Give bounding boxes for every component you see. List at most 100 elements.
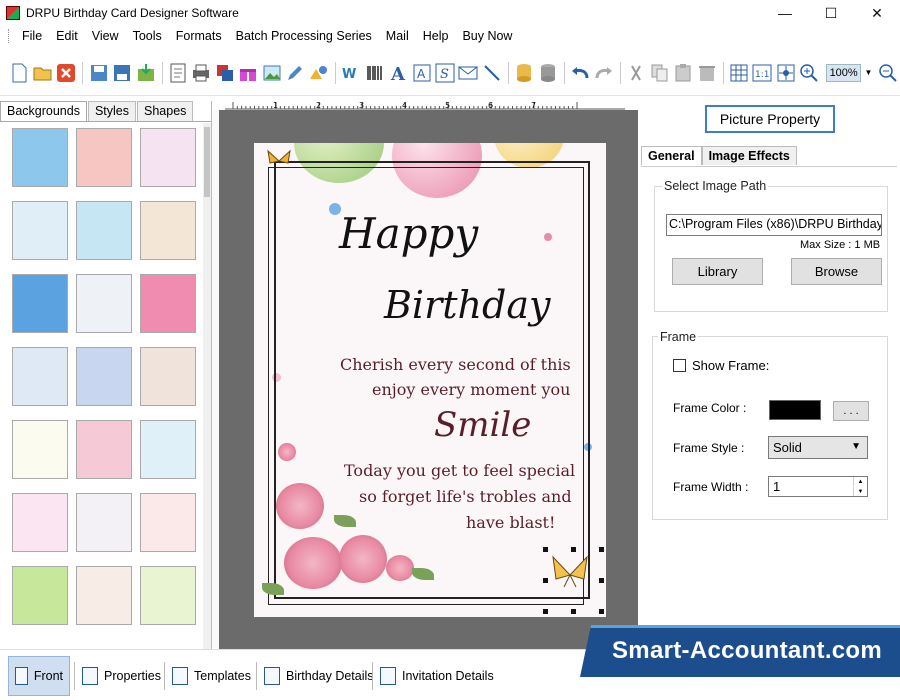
frame-color-picker-button[interactable]: . . .: [833, 401, 869, 421]
fit-icon[interactable]: [775, 61, 797, 85]
background-thumbnail[interactable]: [12, 274, 68, 333]
text-box-icon[interactable]: A: [410, 61, 432, 85]
stepper-up-icon[interactable]: ▲: [853, 477, 867, 486]
frame-style-select[interactable]: Solid ▼: [768, 436, 868, 459]
tab-templates[interactable]: Templates: [166, 656, 257, 696]
layers-icon[interactable]: [214, 61, 236, 85]
zoom-in-icon[interactable]: [798, 61, 820, 85]
background-thumbnail[interactable]: [76, 274, 132, 333]
background-thumbnail[interactable]: [12, 128, 68, 187]
signature-icon[interactable]: S: [434, 61, 456, 85]
card-message-line-1[interactable]: Cherish every second of this: [340, 355, 571, 374]
shapes-icon[interactable]: [308, 61, 330, 85]
card-message-line-5[interactable]: have blast!: [466, 513, 555, 532]
grid-icon[interactable]: [728, 61, 750, 85]
menu-view[interactable]: View: [85, 29, 126, 43]
happy-text[interactable]: Happy: [339, 209, 478, 258]
scrollbar-thumb[interactable]: [204, 127, 210, 197]
background-thumbnail[interactable]: [12, 493, 68, 552]
new-icon[interactable]: [8, 61, 30, 85]
background-thumbnail[interactable]: [140, 128, 196, 187]
background-thumbnail[interactable]: [76, 347, 132, 406]
show-frame-checkbox[interactable]: [673, 359, 686, 372]
selection-handle[interactable]: [599, 609, 604, 614]
tab-styles[interactable]: Styles: [87, 101, 137, 121]
background-thumbnail[interactable]: [76, 566, 132, 625]
stepper-down-icon[interactable]: ▼: [853, 487, 867, 496]
actual-size-icon[interactable]: 1:1: [751, 61, 773, 85]
background-thumbnail[interactable]: [12, 566, 68, 625]
selection-handle[interactable]: [543, 609, 548, 614]
background-thumbnail[interactable]: [76, 420, 132, 479]
background-thumbnail[interactable]: [140, 347, 196, 406]
tab-front[interactable]: Front: [8, 656, 70, 696]
background-thumbnail[interactable]: [140, 201, 196, 260]
background-thumbnail[interactable]: [140, 420, 196, 479]
menu-buy-now[interactable]: Buy Now: [455, 29, 519, 43]
menu-file[interactable]: File: [15, 29, 49, 43]
save-as-icon[interactable]: [111, 61, 133, 85]
maximize-button[interactable]: ☐: [808, 0, 854, 26]
tab-shapes[interactable]: Shapes: [137, 101, 194, 121]
tab-backgrounds[interactable]: Backgrounds: [0, 101, 87, 121]
database-icon[interactable]: [513, 61, 535, 85]
card-message-line-3[interactable]: Today you get to feel special: [344, 461, 575, 480]
library-button[interactable]: Library: [672, 258, 763, 285]
save-icon[interactable]: [87, 61, 109, 85]
background-thumbnail[interactable]: [12, 347, 68, 406]
menu-batch-processing[interactable]: Batch Processing Series: [229, 29, 379, 43]
left-panel-scrollbar[interactable]: [203, 123, 211, 649]
paste-icon[interactable]: [672, 61, 694, 85]
background-thumbnail[interactable]: [140, 566, 196, 625]
selection-handle[interactable]: [543, 547, 548, 552]
close-icon[interactable]: [55, 61, 77, 85]
export-icon[interactable]: [134, 61, 156, 85]
tab-image-effects[interactable]: Image Effects: [701, 146, 797, 165]
minimize-button[interactable]: —: [762, 0, 808, 26]
image-path-input[interactable]: C:\Program Files (x86)\DRPU Birthday: [666, 214, 882, 236]
menu-help[interactable]: Help: [416, 29, 456, 43]
menu-tools[interactable]: Tools: [126, 29, 169, 43]
email-icon[interactable]: [457, 61, 479, 85]
undo-icon[interactable]: [569, 61, 591, 85]
zoom-dropdown-icon[interactable]: ▼: [864, 68, 872, 77]
card-message-line-2[interactable]: enjoy every moment you: [372, 380, 570, 399]
redo-icon[interactable]: [592, 61, 614, 85]
tab-invitation-details[interactable]: Invitation Details: [374, 656, 500, 696]
tab-properties[interactable]: Properties: [76, 656, 167, 696]
menu-formats[interactable]: Formats: [169, 29, 229, 43]
selection-handle[interactable]: [543, 578, 548, 583]
birthday-text[interactable]: Birthday: [384, 283, 550, 327]
card-message-line-4[interactable]: so forget life's trobles and: [359, 487, 572, 506]
menu-edit[interactable]: Edit: [49, 29, 85, 43]
selection-handle[interactable]: [571, 609, 576, 614]
database-list-icon[interactable]: [537, 61, 559, 85]
menu-mail[interactable]: Mail: [379, 29, 416, 43]
tab-general[interactable]: General: [641, 146, 702, 165]
watermark-icon[interactable]: W: [340, 61, 362, 85]
selection-handle[interactable]: [571, 547, 576, 552]
selection-handle[interactable]: [599, 547, 604, 552]
delete-icon[interactable]: [695, 61, 717, 85]
line-icon[interactable]: [481, 61, 503, 85]
copy-icon[interactable]: [648, 61, 670, 85]
zoom-out-icon[interactable]: [876, 61, 898, 85]
browse-button[interactable]: Browse: [791, 258, 882, 285]
design-canvas[interactable]: Happy Birthday Cherish every second of t…: [219, 110, 638, 649]
cut-icon[interactable]: [625, 61, 647, 85]
text-icon[interactable]: A: [387, 61, 409, 85]
frame-width-stepper[interactable]: 1 ▲ ▼: [768, 476, 868, 497]
gift-icon[interactable]: [237, 61, 259, 85]
background-thumbnail[interactable]: [12, 420, 68, 479]
image-icon[interactable]: [261, 61, 283, 85]
smile-text[interactable]: Smile: [434, 405, 531, 445]
print-preview-icon[interactable]: [167, 61, 189, 85]
frame-color-swatch[interactable]: [769, 400, 821, 420]
background-thumbnail[interactable]: [76, 201, 132, 260]
background-thumbnail[interactable]: [140, 274, 196, 333]
pen-icon[interactable]: [284, 61, 306, 85]
barcode-icon[interactable]: [363, 61, 385, 85]
background-thumbnail[interactable]: [76, 128, 132, 187]
print-icon[interactable]: [190, 61, 212, 85]
background-thumbnail[interactable]: [140, 493, 196, 552]
